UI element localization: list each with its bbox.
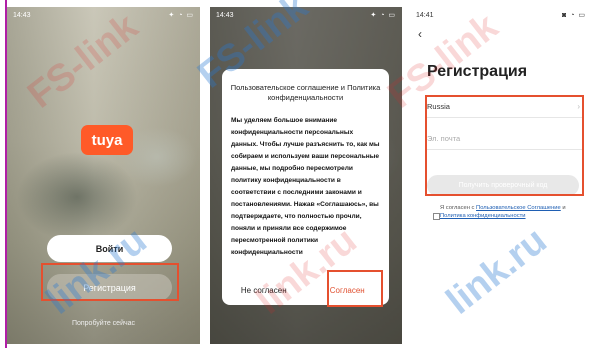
terms-prefix: Я согласен с [440, 205, 475, 211]
status-time: 14:41 [416, 11, 434, 19]
status-time: 14:43 [216, 11, 234, 19]
status-time: 14:43 [13, 11, 31, 19]
left-border [0, 0, 7, 348]
status-icons: ✦ ◔ ▭ [168, 12, 194, 19]
terms-agreement: Я согласен с Пользовательское Соглашение… [433, 204, 570, 220]
status-icons: ◙ ◔ ▭ [562, 12, 586, 19]
user-agreement-link[interactable]: Пользовательское Соглашение [476, 205, 561, 211]
try-now-link[interactable]: Попробуйте сейчас [7, 320, 200, 327]
terms-and: и [562, 205, 566, 211]
highlight-form [425, 95, 584, 196]
dialog-body: Мы уделяем большое внимание конфиденциал… [231, 117, 380, 256]
status-bar: 14:41 ◙ ◔ ▭ [410, 7, 592, 23]
status-icons: ✦ ◔ ▭ [370, 12, 396, 19]
privacy-policy-link[interactable]: Политика конфиденциальности [440, 213, 526, 219]
dialog-title: Пользовательское соглашение и Политика к… [230, 83, 381, 102]
chevron-left-icon[interactable]: ‹ [418, 27, 422, 41]
terms-checkbox[interactable] [433, 213, 440, 220]
tuya-logo: tuya [81, 125, 133, 155]
